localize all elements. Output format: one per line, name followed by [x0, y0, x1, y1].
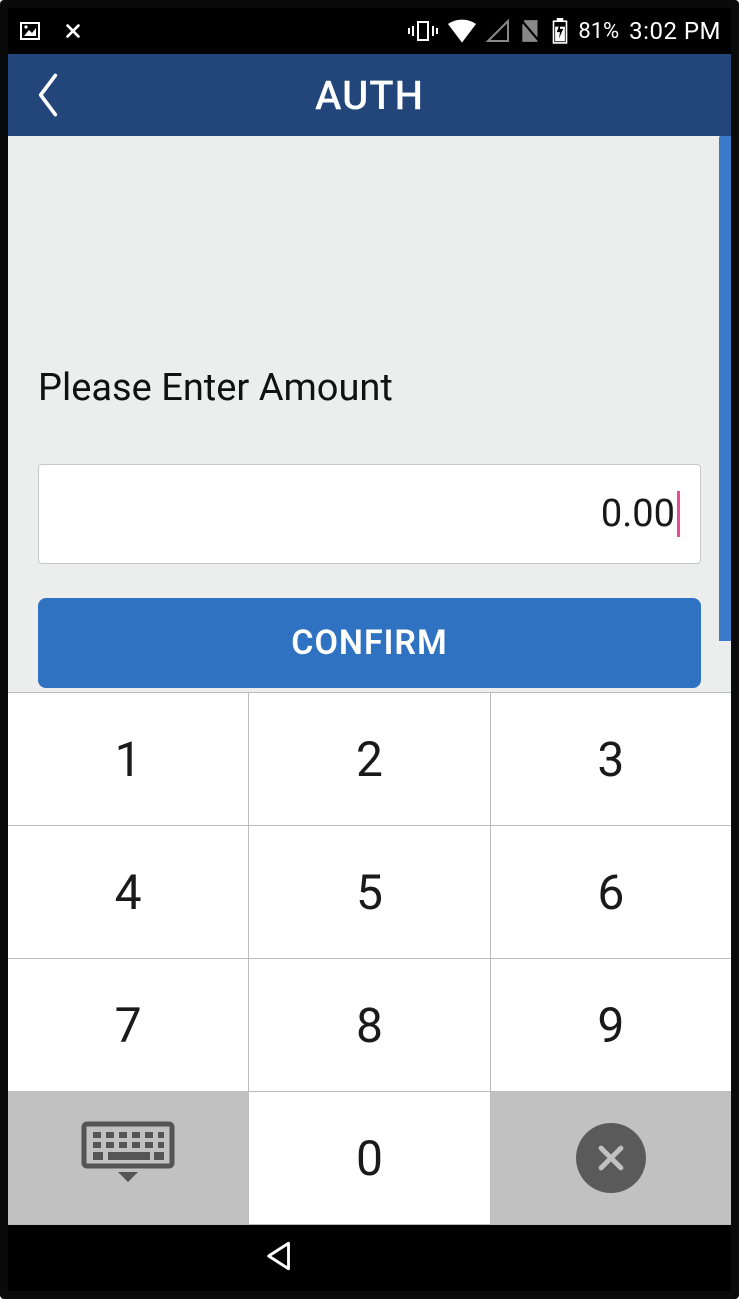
key-5[interactable]: 5	[249, 826, 490, 959]
close-icon	[576, 1123, 646, 1193]
amount-input[interactable]: 0.00	[38, 464, 701, 564]
key-clear[interactable]	[491, 1092, 731, 1225]
key-3[interactable]: 3	[491, 693, 731, 826]
vibrate-icon	[408, 18, 438, 44]
clock: 3:02 PM	[629, 17, 721, 45]
key-2[interactable]: 2	[249, 693, 490, 826]
key-1[interactable]: 1	[8, 693, 249, 826]
scroll-indicator	[719, 136, 731, 641]
wifi-icon	[448, 19, 476, 43]
amount-prompt-label: Please Enter Amount	[38, 366, 701, 410]
key-6[interactable]: 6	[491, 826, 731, 959]
back-button[interactable]	[18, 54, 78, 136]
page-title: AUTH	[8, 72, 731, 119]
text-cursor	[677, 491, 680, 537]
confirm-button-label: CONFIRM	[291, 623, 448, 663]
key-0[interactable]: 0	[249, 1092, 490, 1225]
key-4[interactable]: 4	[8, 826, 249, 959]
triangle-back-icon	[263, 1239, 297, 1273]
key-9[interactable]: 9	[491, 959, 731, 1092]
confirm-button[interactable]: CONFIRM	[38, 598, 701, 688]
numeric-keypad: 1 2 3 4 5 6 7 8 9	[8, 692, 731, 1225]
android-nav-bar	[8, 1225, 731, 1291]
keyboard-icon	[80, 1120, 176, 1196]
key-8[interactable]: 8	[249, 959, 490, 1092]
chevron-left-icon	[34, 73, 62, 117]
keyboard-toggle-button[interactable]	[8, 1092, 249, 1225]
amount-value: 0.00	[601, 492, 675, 536]
image-notification-icon	[18, 19, 42, 43]
cell-signal-icon	[486, 19, 510, 43]
app-header: AUTH	[8, 54, 731, 136]
key-7[interactable]: 7	[8, 959, 249, 1092]
content-area: Please Enter Amount 0.00 CONFIRM	[8, 136, 731, 692]
bluetooth-icon	[60, 18, 86, 44]
status-bar: 81% 3:02 PM	[8, 8, 731, 54]
battery-charging-icon	[552, 18, 568, 44]
battery-percent: 81%	[578, 19, 619, 44]
device-frame: 81% 3:02 PM AUTH Please Enter Amount 0.0…	[0, 0, 739, 1299]
no-sim-icon	[520, 18, 542, 44]
nav-back-button[interactable]	[263, 1239, 297, 1277]
